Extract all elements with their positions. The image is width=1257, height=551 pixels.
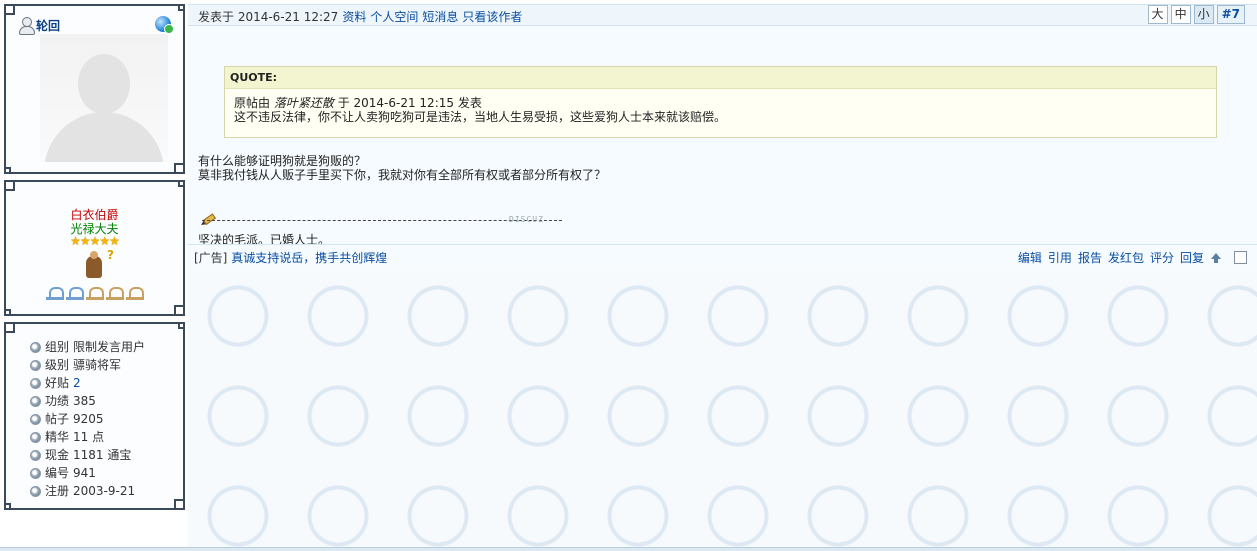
red-packet-button[interactable]: 发红包 — [1108, 249, 1144, 266]
bullet-icon — [30, 485, 41, 497]
user-icon — [18, 16, 35, 35]
medal-row — [46, 286, 144, 300]
rank-card: 白衣伯爵 光禄大夫 ★★★★★ ? — [4, 180, 185, 316]
message-link[interactable]: 短消息 — [422, 10, 458, 24]
floor-number[interactable]: #7 — [1216, 5, 1245, 24]
stat-label: 编号 — [45, 466, 70, 480]
stat-label: 注册 — [45, 484, 70, 498]
stat-item: 注册 2003-9-21 — [30, 482, 145, 500]
signature-stamp: DISCUZ — [509, 215, 544, 224]
report-button[interactable]: 报告 — [1078, 249, 1102, 266]
stat-item: 级别 骠骑将军 — [30, 356, 145, 374]
username[interactable]: 轮回 — [36, 17, 60, 34]
post-meta: 发表于 2014-6-21 12:27 资料 个人空间 短消息 只看该作者 — [198, 8, 522, 25]
stats-card: 组别 限制发言用户 级别 骠骑将军 好贴 2 功绩 385 帖子 9205 精华 11 点 … — [4, 322, 185, 510]
bottom-divider — [0, 547, 1257, 551]
post-content: 有什么能够证明狗就是狗贩的？ 莫非我付钱从人贩子手里买下你，我就对你有全部所有权… — [198, 154, 606, 182]
stat-value: 1181 通宝 — [73, 448, 132, 462]
quote-line-1: 原帖由 落叶紧还散 于 2014-6-21 12:15 发表 — [234, 96, 1207, 110]
quote-button[interactable]: 引用 — [1048, 249, 1072, 266]
stat-label: 帖子 — [45, 412, 70, 426]
quote-header: QUOTE: — [225, 67, 1216, 89]
ad-label: [广告] — [194, 251, 228, 265]
bullet-icon — [30, 449, 41, 461]
stat-item: 好贴 2 — [30, 374, 145, 392]
stat-value: 2003-9-21 — [73, 484, 136, 498]
signature-divider — [202, 220, 562, 230]
font-large-button[interactable]: 大 — [1147, 5, 1168, 24]
post-footer: [广告] 真诚支持说岳，携手共创辉煌 编辑 引用 报告 发红包 评分 回复 — [188, 244, 1257, 266]
stat-value: 11 点 — [73, 430, 105, 444]
font-small-button[interactable]: 小 — [1193, 5, 1214, 24]
stat-value-link[interactable]: 2 — [73, 374, 81, 392]
stats-list: 组别 限制发言用户 级别 骠骑将军 好贴 2 功绩 385 帖子 9205 精华 11 点 … — [30, 338, 145, 500]
stat-label: 组别 — [45, 340, 70, 354]
user-card: 轮回 — [4, 4, 185, 174]
font-medium-button[interactable]: 中 — [1170, 5, 1191, 24]
content-line: 有什么能够证明狗就是狗贩的？ — [198, 154, 367, 168]
bullet-icon — [30, 359, 41, 371]
select-post-checkbox[interactable] — [1234, 251, 1247, 264]
bullet-icon — [30, 341, 41, 353]
quote-box: QUOTE: 原帖由 落叶紧还散 于 2014-6-21 12:15 发表 这不… — [224, 66, 1217, 138]
stat-label: 好贴 — [45, 376, 70, 390]
bullet-icon — [30, 431, 41, 443]
stat-value: 9205 — [73, 412, 104, 426]
avatar[interactable] — [40, 34, 168, 162]
medal-icon — [126, 286, 144, 300]
online-status-icon — [155, 16, 174, 34]
profile-link[interactable]: 资料 — [342, 10, 366, 24]
bullet-icon — [30, 377, 41, 389]
back-to-top-icon[interactable] — [1210, 252, 1222, 264]
user-header: 轮回 — [18, 16, 60, 35]
stat-value: 限制发言用户 — [73, 340, 146, 354]
quote-time: 于 2014-6-21 12:15 发表 — [337, 96, 482, 110]
content-line: 莫非我付钱从人贩子手里买下你，我就对你有全部所有权或者部分所有权了？ — [198, 168, 607, 182]
stat-label: 精华 — [45, 430, 70, 444]
stat-item: 帖子 9205 — [30, 410, 145, 428]
only-author-link[interactable]: 只看该作者 — [462, 10, 522, 24]
quote-line-2: 这不违反法律，你不让人卖狗吃狗可是违法，当地人生易受损，这些爱狗人士本来就该赔偿… — [234, 110, 727, 124]
quote-author: 落叶紧还散 — [273, 96, 334, 110]
watermark-background — [188, 266, 1257, 551]
reply-button[interactable]: 回复 — [1180, 249, 1204, 266]
ad-line: [广告] 真诚支持说岳，携手共创辉煌 — [194, 249, 387, 266]
stat-item: 精华 11 点 — [30, 428, 145, 446]
post-actions: 编辑 引用 报告 发红包 评分 回复 — [1018, 249, 1247, 266]
stat-item: 组别 限制发言用户 — [30, 338, 145, 356]
medal-icon — [86, 286, 104, 300]
medal-icon — [106, 286, 124, 300]
bullet-icon — [30, 395, 41, 407]
bullet-icon — [30, 467, 41, 479]
space-link[interactable]: 个人空间 — [370, 10, 418, 24]
rank-figure-icon: ? — [84, 248, 114, 280]
rate-button[interactable]: 评分 — [1150, 249, 1174, 266]
post-header: 发表于 2014-6-21 12:27 资料 个人空间 短消息 只看该作者 大 中 小 … — [188, 5, 1257, 26]
stat-item: 现金 1181 通宝 — [30, 446, 145, 464]
medal-icon — [46, 286, 64, 300]
stat-value: 骠骑将军 — [73, 358, 122, 372]
post-time: 发表于 2014-6-21 12:27 — [198, 10, 339, 24]
ad-link[interactable]: 真诚支持说岳，携手共创辉煌 — [231, 251, 387, 265]
stat-item: 编号 941 — [30, 464, 145, 482]
bullet-icon — [30, 413, 41, 425]
stat-label: 级别 — [45, 358, 70, 372]
rank-stars: ★★★★★ — [70, 234, 120, 248]
font-size-tools: 大 中 小 #7 — [1147, 5, 1245, 24]
edit-button[interactable]: 编辑 — [1018, 249, 1042, 266]
stat-label: 现金 — [45, 448, 70, 462]
medal-icon — [66, 286, 84, 300]
stat-value: 385 — [73, 394, 96, 408]
rank-symbol: ? — [107, 248, 114, 262]
stat-value: 941 — [73, 466, 96, 480]
quote-prefix: 原帖由 — [234, 96, 271, 110]
stat-item: 功绩 385 — [30, 392, 145, 410]
quote-body: 原帖由 落叶紧还散 于 2014-6-21 12:15 发表 这不违反法律，你不… — [225, 89, 1216, 124]
post-body: 发表于 2014-6-21 12:27 资料 个人空间 短消息 只看该作者 大 中 小 … — [188, 4, 1257, 266]
stat-label: 功绩 — [45, 394, 70, 408]
